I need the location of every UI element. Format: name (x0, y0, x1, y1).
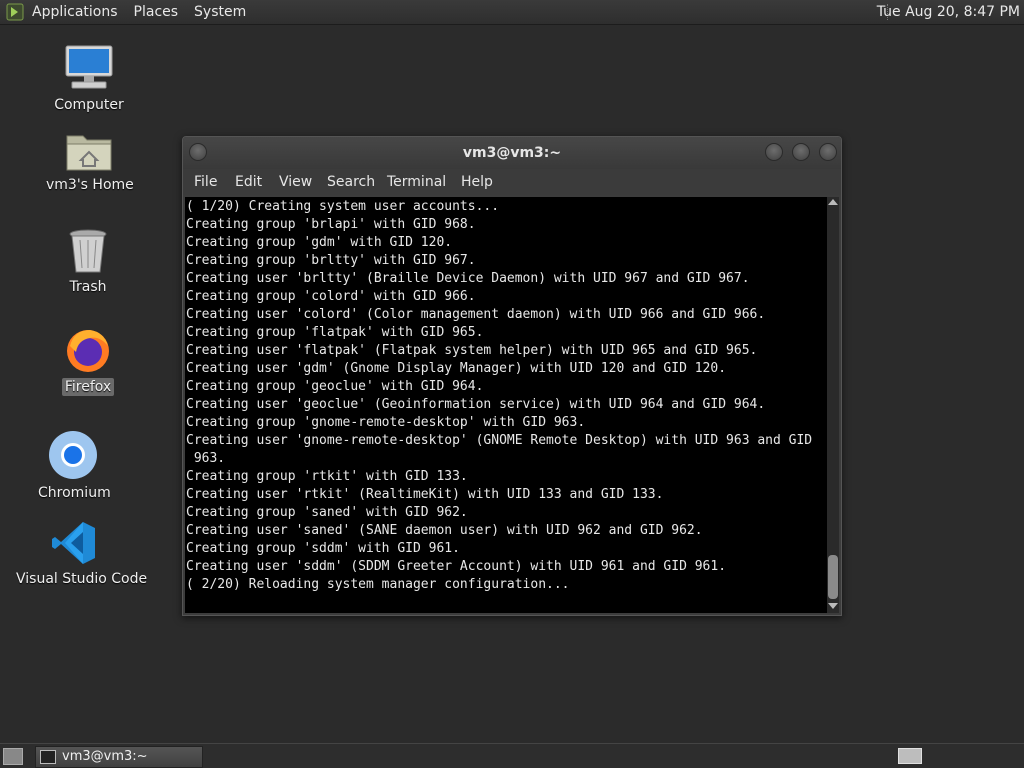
maximize-button[interactable] (792, 143, 810, 161)
terminal-line: Creating group 'gnome-remote-desktop' wi… (186, 415, 586, 430)
terminal-line: Creating group 'brlapi' with GID 968. (186, 217, 476, 232)
desktop-icon-home[interactable]: vm3's Home (44, 128, 134, 194)
menu-places[interactable]: Places (134, 4, 179, 20)
terminal-menubar: File Edit View Search Terminal Help (183, 169, 841, 195)
desktop-icon-chromium[interactable]: Chromium (36, 430, 111, 502)
scroll-down-arrow-icon[interactable] (828, 603, 838, 609)
terminal-line: Creating group 'flatpak' with GID 965. (186, 325, 484, 340)
terminal-line: Creating group 'sddm' with GID 961. (186, 541, 460, 556)
terminal-line: Creating group 'saned' with GID 962. (186, 505, 468, 520)
desktop-icon-vscode[interactable]: Visual Studio Code (14, 520, 147, 588)
terminal-line: ( 2/20) Reloading system manager configu… (186, 577, 570, 592)
trash-icon (68, 229, 108, 278)
top-menu: Applications Places System (6, 0, 262, 24)
menu-system[interactable]: System (194, 4, 246, 20)
menu-edit[interactable]: Edit (235, 174, 262, 190)
terminal-line: Creating user 'sddm' (SDDM Greeter Accou… (186, 559, 727, 574)
chromium-icon (48, 431, 98, 484)
minimize-button[interactable] (765, 143, 783, 161)
terminal-line: Creating group 'geoclue' with GID 964. (186, 379, 484, 394)
terminal-line: Creating group 'rtkit' with GID 133. (186, 469, 468, 484)
desktop-icon-trash[interactable]: Trash (58, 228, 118, 296)
terminal-line: ( 1/20) Creating system user accounts... (186, 199, 500, 214)
terminal-line: Creating group 'colord' with GID 966. (186, 289, 476, 304)
vscode-icon (51, 522, 97, 570)
desktop-icon-label: Computer (54, 97, 124, 113)
menu-terminal[interactable]: Terminal (387, 174, 446, 190)
terminal-icon (40, 750, 56, 764)
desktop-icon-computer[interactable]: Computer (50, 44, 128, 114)
menu-applications[interactable]: Applications (32, 4, 118, 20)
desktop-icon-label: Chromium (38, 485, 111, 501)
desktop-icon-label: Trash (69, 279, 107, 295)
scroll-up-arrow-icon[interactable] (828, 199, 838, 205)
terminal-line: Creating user 'colord' (Color management… (186, 307, 766, 322)
terminal-line: Creating user 'saned' (SANE daemon user)… (186, 523, 703, 538)
workspace-switcher[interactable] (898, 748, 922, 764)
applications-logo-icon[interactable] (6, 3, 24, 21)
terminal-line: Creating user 'gnome-remote-desktop' (GN… (186, 433, 813, 448)
window-titlebar[interactable]: vm3@vm3:~ (183, 137, 841, 169)
terminal-line: Creating user 'geoclue' (Geoinformation … (186, 397, 766, 412)
terminal-line: Creating user 'rtkit' (RealtimeKit) with… (186, 487, 664, 502)
computer-icon (64, 45, 114, 96)
taskbar-label: vm3@vm3:~ (62, 749, 148, 764)
desktop-icon-label: vm3's Home (46, 177, 134, 193)
clock[interactable]: Tue Aug 20, 8:47 PM (877, 0, 1020, 24)
show-desktop-icon[interactable] (3, 748, 23, 765)
home-folder-icon (65, 135, 113, 176)
bottom-panel: vm3@vm3:~ (0, 743, 1024, 768)
scroll-thumb[interactable] (828, 555, 838, 599)
top-panel: Applications Places System Tue Aug 20, 8… (0, 0, 1024, 25)
menu-file[interactable]: File (194, 174, 217, 190)
terminal-line: Creating user 'flatpak' (Flatpak system … (186, 343, 758, 358)
terminal-line: Creating group 'gdm' with GID 120. (186, 235, 453, 250)
taskbar-button-terminal[interactable]: vm3@vm3:~ (35, 746, 203, 768)
terminal-line: 963. (186, 451, 226, 466)
close-button[interactable] (819, 143, 837, 161)
menu-search[interactable]: Search (327, 174, 375, 190)
terminal-window[interactable]: vm3@vm3:~ File Edit View Search Terminal… (182, 136, 842, 616)
menu-help[interactable]: Help (461, 174, 493, 190)
terminal-line: Creating user 'brltty' (Braille Device D… (186, 271, 750, 286)
desktop-icon-label: Visual Studio Code (16, 571, 148, 587)
terminal-output[interactable]: ( 1/20) Creating system user accounts...… (185, 197, 827, 613)
terminal-scrollbar[interactable] (827, 197, 839, 613)
window-title: vm3@vm3:~ (462, 145, 562, 161)
menu-view[interactable]: View (279, 174, 312, 190)
desktop-icon-label: Firefox (61, 378, 115, 396)
desktop-icon-firefox[interactable]: Firefox (58, 326, 118, 396)
terminal-line: Creating group 'brltty' with GID 967. (186, 253, 476, 268)
terminal-line: Creating user 'gdm' (Gnome Display Manag… (186, 361, 727, 376)
firefox-icon (64, 330, 112, 378)
